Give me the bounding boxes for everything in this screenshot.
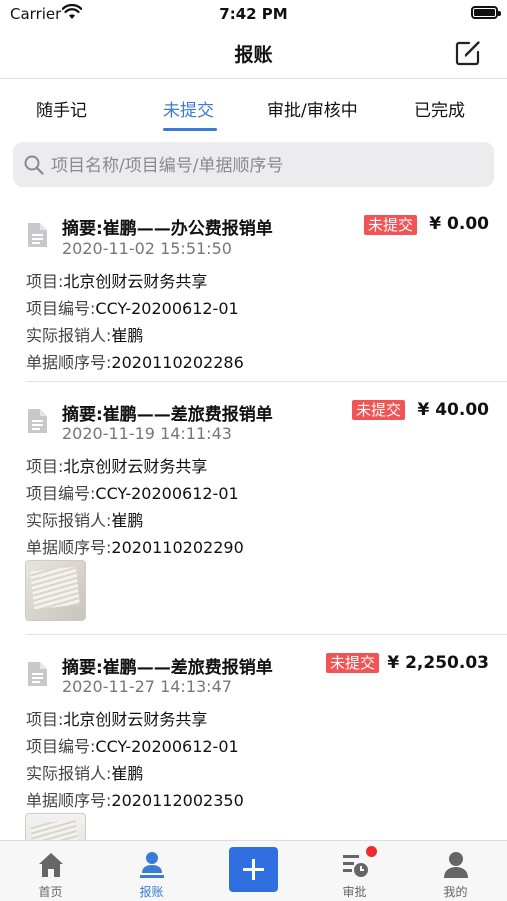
- project-label: 项目:: [26, 272, 64, 291]
- item-date: 2020-11-02 15:51:50: [62, 239, 232, 258]
- active-tab-indicator: [163, 128, 217, 131]
- project-no-label: 项目编号:: [26, 299, 96, 318]
- project-no-row: 项目编号:CCY-20200612-01: [26, 295, 239, 319]
- project-no-label: 项目编号:: [26, 737, 96, 756]
- document-icon: [28, 223, 47, 247]
- item-summary: 摘要:崔鹏——差旅费报销单: [62, 405, 273, 425]
- clock: 7:42 PM: [219, 5, 288, 23]
- reimburser-value: 崔鹏: [111, 326, 144, 345]
- reimburser-label: 实际报销人:: [26, 764, 112, 783]
- serial-label: 单据顺序号:: [26, 538, 112, 557]
- serial-value: 2020110202290: [111, 538, 244, 557]
- project-row: 项目:北京创财云财务共享: [26, 706, 207, 730]
- project-value: 北京创财云财务共享: [63, 272, 208, 291]
- project-no-label: 项目编号:: [26, 484, 96, 503]
- item-amount: ¥ 2,250.03: [387, 653, 489, 673]
- tabbar-home-label: 首页: [38, 885, 63, 899]
- page-title: 报账: [234, 44, 273, 66]
- serial-row: 单据顺序号:2020110202286: [26, 349, 244, 373]
- item-amount: ¥ 40.00: [417, 400, 489, 420]
- notification-dot: [366, 846, 377, 857]
- search-bar: [13, 142, 494, 189]
- tabbar-profile-label: 我的: [443, 885, 468, 899]
- filter-tabs: 随手记 未提交 审批/审核中 已完成: [0, 80, 507, 132]
- tab-notes[interactable]: 随手记: [36, 96, 87, 121]
- list-item[interactable]: 摘要:崔鹏——办公费报销单 未提交 ¥ 0.00 2020-11-02 15:5…: [0, 198, 507, 381]
- list-item[interactable]: 摘要:崔鹏——差旅费报销单 未提交 ¥ 40.00 2020-11-19 14:…: [0, 382, 507, 634]
- project-no-value: CCY-20200612-01: [95, 484, 239, 503]
- project-label: 项目:: [26, 457, 64, 476]
- reimbursement-list: 摘要:崔鹏——办公费报销单 未提交 ¥ 0.00 2020-11-02 15:5…: [0, 198, 507, 840]
- reimburser-value: 崔鹏: [111, 511, 144, 530]
- document-icon: [28, 662, 47, 686]
- project-no-row: 项目编号:CCY-20200612-01: [26, 480, 239, 504]
- status-badge: 未提交: [364, 215, 418, 235]
- tab-unsubmitted[interactable]: 未提交: [163, 96, 214, 121]
- reimburse-icon: [140, 852, 164, 878]
- reimburser-row: 实际报销人:崔鹏: [26, 322, 143, 346]
- reimburser-row: 实际报销人:崔鹏: [26, 760, 143, 784]
- item-amount: ¥ 0.00: [429, 214, 489, 234]
- search-icon: [24, 155, 44, 175]
- project-no-value: CCY-20200612-01: [95, 737, 239, 756]
- document-icon: [28, 409, 47, 433]
- tabbar-reimburse[interactable]: 报账: [101, 841, 202, 901]
- project-value: 北京创财云财务共享: [63, 710, 208, 729]
- project-row: 项目:北京创财云财务共享: [26, 268, 207, 292]
- tabbar-home[interactable]: 首页: [0, 841, 101, 901]
- tabbar-reimburse-label: 报账: [139, 885, 164, 899]
- serial-value: 2020110202286: [111, 353, 244, 372]
- receipt-thumbnail[interactable]: [25, 560, 86, 621]
- project-no-row: 项目编号:CCY-20200612-01: [26, 733, 239, 757]
- status-badge: 未提交: [326, 653, 380, 673]
- user-icon: [444, 852, 468, 878]
- edit-icon[interactable]: [453, 38, 483, 68]
- reimburser-value: 崔鹏: [111, 764, 144, 783]
- serial-label: 单据顺序号:: [26, 791, 112, 810]
- tab-completed[interactable]: 已完成: [414, 96, 465, 121]
- tabbar-approval[interactable]: 审批: [304, 841, 405, 901]
- tabbar-profile[interactable]: 我的: [405, 841, 506, 901]
- home-icon: [39, 853, 63, 877]
- serial-row: 单据顺序号:2020112002350: [26, 787, 244, 811]
- status-badge: 未提交: [352, 400, 406, 420]
- item-date: 2020-11-27 14:13:47: [62, 677, 232, 696]
- tabbar-approval-label: 审批: [342, 885, 367, 899]
- search-input[interactable]: [49, 142, 493, 189]
- nav-bar: 报账: [0, 28, 507, 79]
- battery-icon: [471, 6, 501, 19]
- status-bar: Carrier 7:42 PM: [0, 0, 507, 28]
- reimburser-label: 实际报销人:: [26, 326, 112, 345]
- project-row: 项目:北京创财云财务共享: [26, 453, 207, 477]
- list-item[interactable]: 摘要:崔鹏——差旅费报销单 未提交 ¥ 2,250.03 2020-11-27 …: [0, 635, 507, 840]
- item-date: 2020-11-19 14:11:43: [62, 424, 232, 443]
- reimburser-row: 实际报销人:崔鹏: [26, 507, 143, 531]
- serial-label: 单据顺序号:: [26, 353, 112, 372]
- project-value: 北京创财云财务共享: [63, 457, 208, 476]
- item-summary: 摘要:崔鹏——差旅费报销单: [62, 658, 273, 678]
- add-button[interactable]: [229, 847, 278, 892]
- reimburser-label: 实际报销人:: [26, 511, 112, 530]
- project-label: 项目:: [26, 710, 64, 729]
- serial-value: 2020112002350: [111, 791, 244, 810]
- item-summary: 摘要:崔鹏——办公费报销单: [62, 219, 273, 239]
- tab-in-review[interactable]: 审批/审核中: [267, 96, 358, 121]
- serial-row: 单据顺序号:2020110202290: [26, 534, 244, 558]
- receipt-thumbnail[interactable]: [25, 813, 86, 840]
- project-no-value: CCY-20200612-01: [95, 299, 239, 318]
